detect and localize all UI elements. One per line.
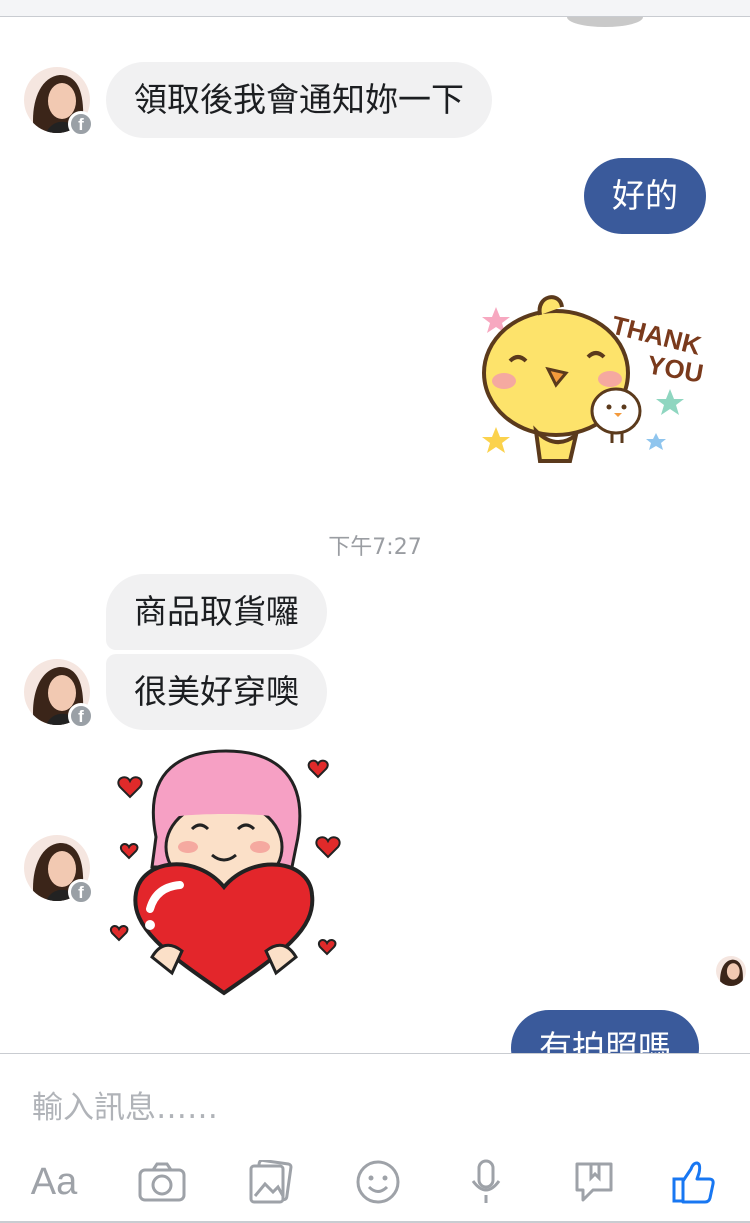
thank-you-chick-sticker[interactable]: THANK YOU: [470, 285, 710, 475]
sticker-icon[interactable]: [566, 1158, 622, 1206]
message-bubble[interactable]: 商品取貨囉: [106, 574, 327, 650]
message-bubble[interactable]: 有拍照嗎: [511, 1010, 699, 1053]
facebook-badge-icon: f: [68, 879, 94, 905]
heart-girl-sticker[interactable]: [106, 747, 350, 997]
microphone-icon[interactable]: [458, 1158, 514, 1206]
message-bubble[interactable]: 很美好穿噢: [106, 654, 327, 730]
message-input[interactable]: 輸入訊息……: [32, 1082, 218, 1127]
facebook-badge-icon: f: [68, 111, 94, 137]
facebook-badge-icon: f: [68, 703, 94, 729]
gallery-icon[interactable]: [242, 1158, 298, 1206]
text-format-icon[interactable]: Aa: [26, 1158, 82, 1206]
chat-thread[interactable]: f 領取後我會通知妳一下 好的 THANK YOU 下午7:27 商品取貨囉 很…: [0, 17, 750, 1053]
like-icon[interactable]: [666, 1158, 722, 1206]
avatar[interactable]: f: [24, 835, 94, 905]
text-format-label: Aa: [30, 1160, 78, 1203]
message-bubble[interactable]: 領取後我會通知妳一下: [106, 62, 492, 138]
avatar[interactable]: f: [24, 67, 94, 137]
read-receipt-avatar: [716, 956, 746, 986]
emoji-icon[interactable]: [350, 1158, 406, 1206]
message-bubble[interactable]: 好的: [584, 158, 706, 234]
message-composer: 輸入訊息…… Aa: [0, 1053, 750, 1223]
avatar[interactable]: f: [24, 659, 94, 729]
partial-sticker: [567, 17, 643, 27]
camera-icon[interactable]: [134, 1158, 190, 1206]
status-strip: [0, 0, 750, 17]
message-timestamp: 下午7:27: [328, 535, 422, 560]
